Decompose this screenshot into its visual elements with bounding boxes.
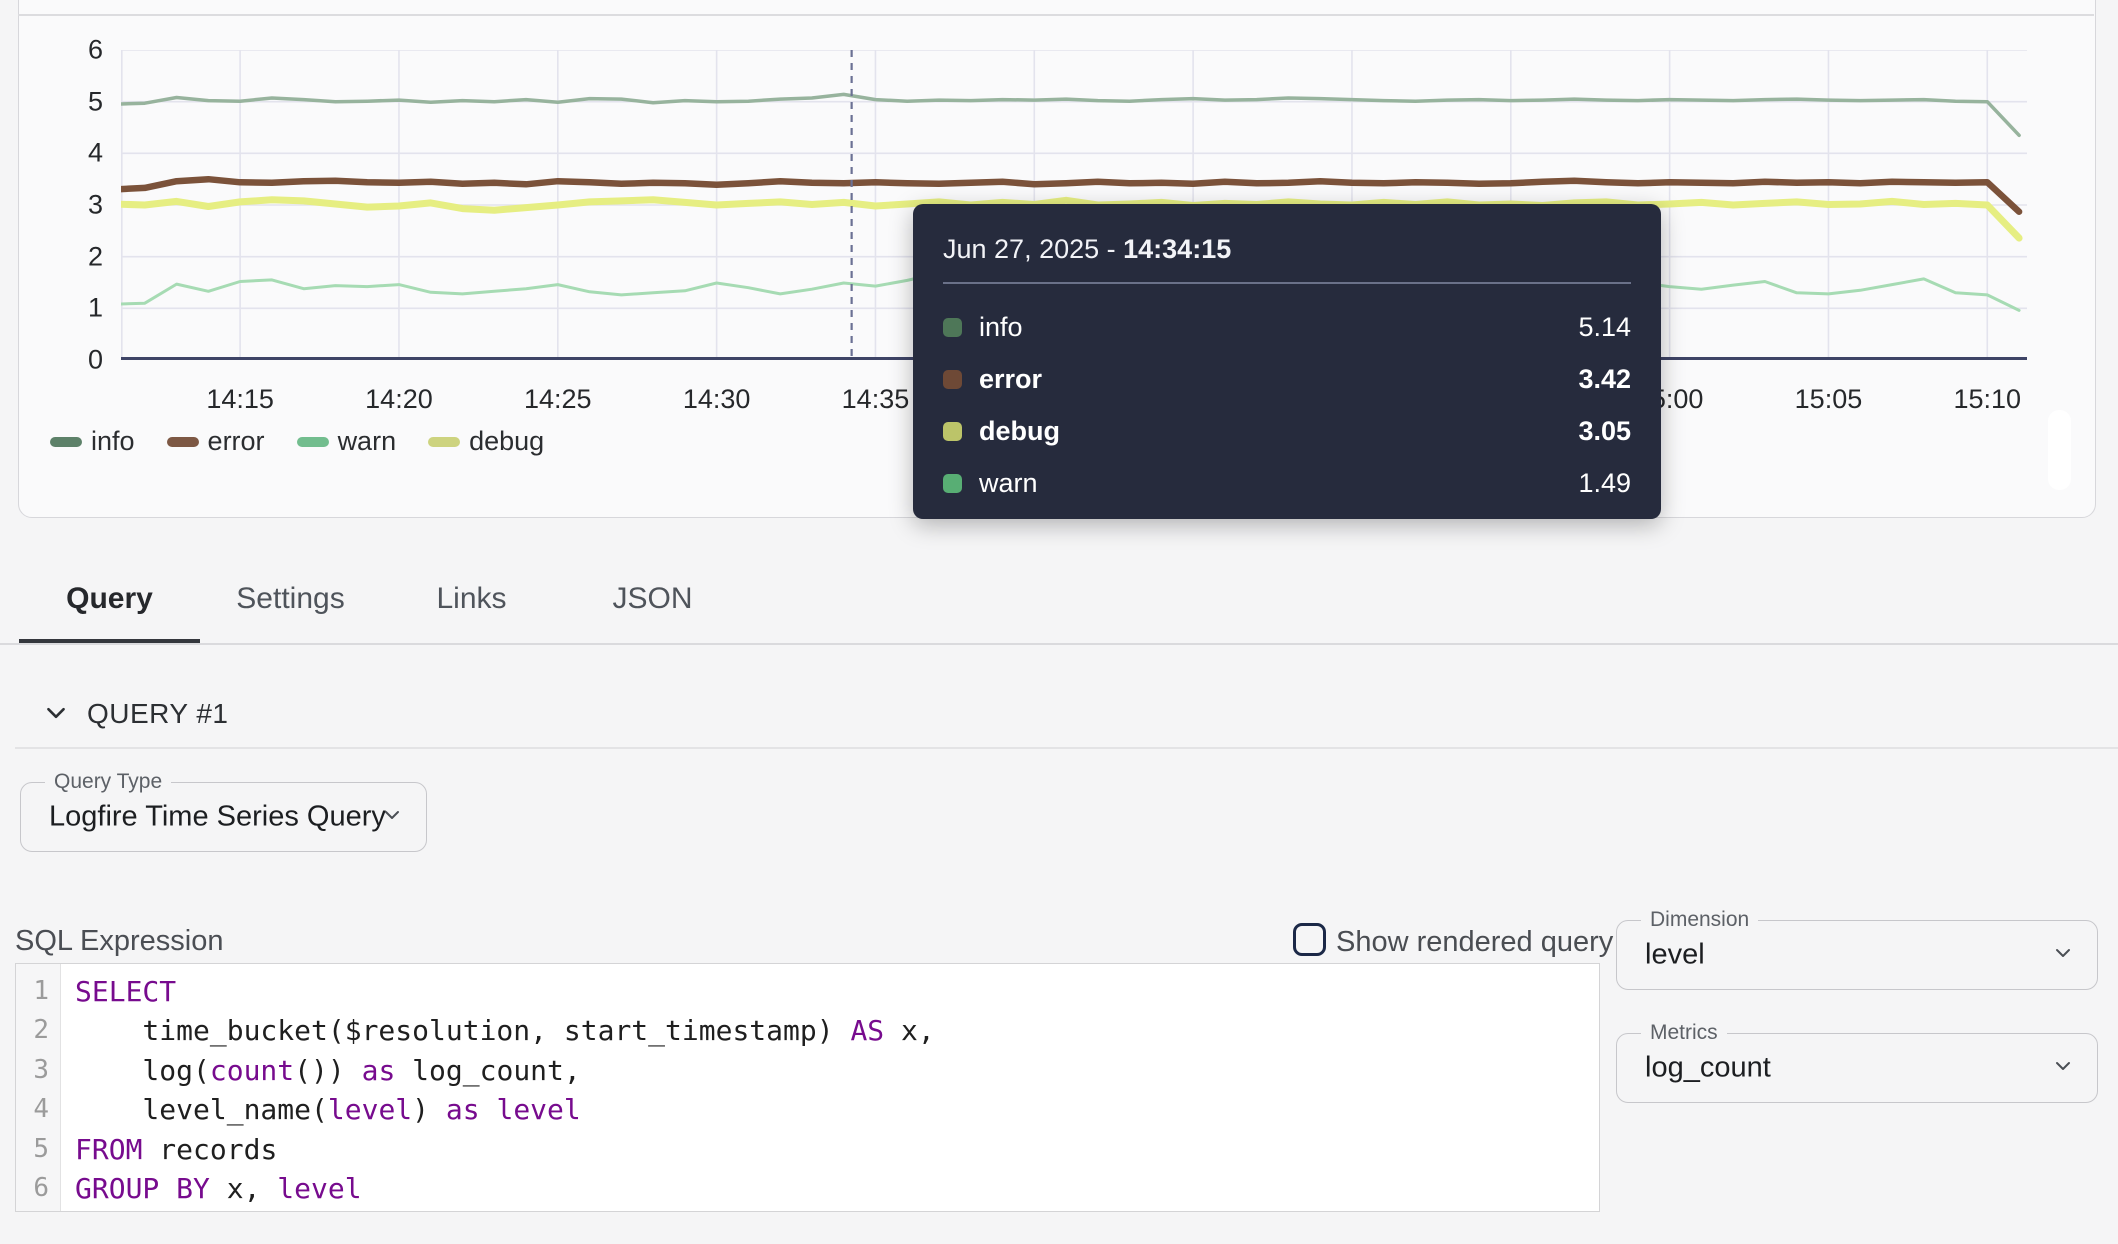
chevron-down-icon[interactable] [43, 700, 69, 731]
code-line: time_bucket($resolution, start_timestamp… [75, 1011, 1599, 1050]
sql-editor[interactable]: 123456 SELECT time_bucket($resolution, s… [15, 963, 1600, 1212]
tab-json[interactable]: JSON [562, 578, 743, 620]
legend-label: error [208, 426, 265, 457]
scrollbar-thumb[interactable] [2048, 410, 2071, 490]
x-tick-label: 15:05 [1795, 384, 1863, 415]
panel-header-divider [18, 14, 2094, 16]
tooltip-header: Jun 27, 2025 - 14:34:15 [943, 204, 1631, 265]
chevron-down-icon [2051, 941, 2075, 970]
y-tick-label: 4 [43, 138, 103, 169]
y-tick-label: 1 [43, 293, 103, 324]
tooltip-swatch [943, 318, 962, 337]
y-tick-label: 2 [43, 241, 103, 272]
legend-swatch [50, 437, 82, 447]
y-tick-label: 6 [43, 35, 103, 66]
x-tick-label: 14:30 [683, 384, 751, 415]
tooltip-swatch [943, 422, 962, 441]
dimension-select[interactable]: Dimension level [1616, 920, 2098, 990]
tab-bar: QuerySettingsLinksJSON [19, 578, 743, 620]
tooltip-row: warn1.49 [943, 458, 1631, 510]
panel-editor: 0123456 14:1514:2014:2514:3014:3514:4014… [0, 0, 2118, 1244]
tooltip-series-label: error [979, 364, 1578, 395]
legend-item-debug[interactable]: debug [428, 426, 544, 457]
line-number: 1 [16, 972, 60, 1011]
legend-swatch [428, 437, 460, 447]
query-type-label: Query Type [45, 770, 171, 794]
tooltip-series-value: 1.49 [1578, 468, 1631, 499]
tooltip-swatch [943, 370, 962, 389]
tooltip-row: info5.14 [943, 302, 1631, 354]
legend-item-error[interactable]: error [167, 426, 265, 457]
tab-settings[interactable]: Settings [200, 578, 381, 620]
query-section-title[interactable]: QUERY #1 [87, 698, 228, 730]
tab-links[interactable]: Links [381, 578, 562, 620]
tooltip-time: 14:34:15 [1123, 234, 1231, 264]
chevron-down-icon [380, 803, 404, 832]
code-line: GROUP BY x, level [75, 1169, 1599, 1208]
y-tick-label: 3 [43, 190, 103, 221]
show-rendered-checkbox[interactable] [1293, 923, 1326, 956]
metrics-label: Metrics [1641, 1021, 1727, 1045]
tooltip-swatch [943, 474, 962, 493]
query-type-select[interactable]: Query Type Logfire Time Series Query [20, 782, 427, 852]
code-line: level_name(level) as level [75, 1090, 1599, 1129]
tooltip-series-value: 3.42 [1578, 364, 1631, 395]
section-divider [15, 747, 2118, 749]
line-number: 5 [16, 1130, 60, 1169]
chart-legend: info error warn debug [50, 426, 544, 457]
x-tick-label: 14:15 [206, 384, 274, 415]
tooltip-row: error3.42 [943, 354, 1631, 406]
code-line: log(count()) as log_count, [75, 1051, 1599, 1090]
tooltip-series-label: info [979, 312, 1578, 343]
line-number: 6 [16, 1169, 60, 1208]
tooltip-date: Jun 27, 2025 - [943, 234, 1123, 264]
editor-gutter: 123456 [16, 964, 61, 1211]
legend-swatch [297, 437, 329, 447]
x-tick-label: 14:20 [365, 384, 433, 415]
legend-item-info[interactable]: info [50, 426, 135, 457]
series-line-info [121, 94, 2019, 135]
line-number: 2 [16, 1011, 60, 1050]
tooltip-rows: info5.14error3.42debug3.05warn1.49 [943, 302, 1631, 510]
tooltip-divider [943, 282, 1631, 284]
y-tick-label: 5 [43, 86, 103, 117]
line-number: 3 [16, 1051, 60, 1090]
code-line: SELECT [75, 972, 1599, 1011]
x-tick-label: 15:10 [1953, 384, 2021, 415]
dimension-value: level [1645, 939, 1705, 972]
tooltip-series-value: 3.05 [1578, 416, 1631, 447]
legend-swatch [167, 437, 199, 447]
tab-query[interactable]: Query [19, 578, 200, 620]
metrics-select[interactable]: Metrics log_count [1616, 1033, 2098, 1103]
code-area[interactable]: SELECT time_bucket($resolution, start_ti… [61, 964, 1599, 1211]
code-line: FROM records [75, 1130, 1599, 1169]
legend-label: info [91, 426, 135, 457]
tooltip-row: debug3.05 [943, 406, 1631, 458]
line-number: 4 [16, 1090, 60, 1129]
x-tick-label: 14:35 [842, 384, 910, 415]
sql-expression-label: SQL Expression [15, 925, 223, 958]
y-tick-label: 0 [43, 345, 103, 376]
query-type-value: Logfire Time Series Query [49, 801, 386, 834]
show-rendered-label[interactable]: Show rendered query [1336, 926, 1613, 959]
dimension-label: Dimension [1641, 908, 1758, 932]
metrics-value: log_count [1645, 1052, 1771, 1085]
tooltip-series-label: debug [979, 416, 1578, 447]
legend-item-warn[interactable]: warn [297, 426, 397, 457]
tooltip-series-value: 5.14 [1578, 312, 1631, 343]
tooltip-series-label: warn [979, 468, 1578, 499]
legend-label: debug [469, 426, 544, 457]
chevron-down-icon [2051, 1054, 2075, 1083]
legend-label: warn [338, 426, 397, 457]
x-tick-label: 14:25 [524, 384, 592, 415]
tabs-divider [0, 643, 2118, 645]
chart-tooltip: Jun 27, 2025 - 14:34:15 info5.14error3.4… [913, 204, 1661, 519]
